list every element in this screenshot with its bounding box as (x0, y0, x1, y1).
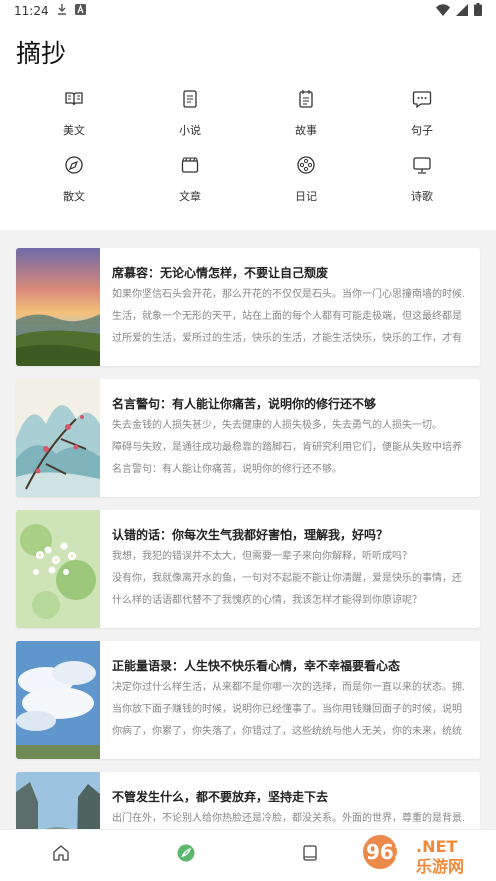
category-label: 美文 (63, 124, 85, 137)
category-meiwen[interactable]: 美文 (34, 88, 114, 148)
category-juzi[interactable]: 句子 (382, 88, 462, 148)
battery-icon (474, 3, 482, 19)
notebook-icon (295, 88, 317, 114)
category-label: 句子 (411, 124, 433, 137)
category-label: 日记 (295, 190, 317, 203)
category-label: 故事 (295, 124, 317, 137)
article-thumbnail (16, 510, 100, 628)
book-open-icon (63, 88, 85, 114)
article-title: 席慕容：无论心情怎样，不要让自己颓废 (112, 266, 329, 280)
signal-icon (456, 3, 468, 19)
category-sanwen[interactable]: 散文 (34, 154, 114, 214)
chat-bubble-icon (411, 88, 433, 114)
feather-icon (176, 843, 196, 867)
clapperboard-icon (179, 154, 201, 180)
download-icon (57, 4, 67, 18)
page-title: 摘抄 (16, 39, 67, 68)
article-excerpt-line: 你病了，你累了，你失落了，你错过了，这些统统与他人无关，你的未来，统统 (112, 726, 462, 737)
article-excerpt-line: 过所爱的生活，爱所过的生活，快乐的生活，才能生活快乐，快乐的工作，才有 (112, 333, 462, 344)
watermark-logo: 962 .NET 乐游网 (358, 826, 490, 878)
article-card[interactable]: 认错的话：你每次生气我都好害怕，理解我，好吗？ 我想，我犯的错误并不太大，但需要… (16, 510, 480, 628)
watermark-logo-number: 962 (366, 840, 408, 864)
category-riji[interactable]: 日记 (266, 154, 346, 214)
article-excerpt-line: 障碍与失败，是通往成功最稳靠的踏脚石，肯研究利用它们，便能从失败中培养 (112, 442, 462, 453)
article-excerpt-line: 什么样的话语都代替不了我愧疚的心情，我该怎样才能得到你原谅呢？ (112, 595, 422, 606)
watermark-logo-net: .NET (416, 837, 457, 856)
home-icon (51, 843, 71, 867)
article-thumbnail (16, 379, 100, 497)
watermark-logo-site: 乐游网 (416, 857, 464, 876)
article-thumbnail (16, 641, 100, 759)
category-gushi[interactable]: 故事 (266, 88, 346, 148)
status-bar: 11:24 (0, 0, 496, 22)
category-wenzhang[interactable]: 文章 (150, 154, 230, 214)
monitor-icon (411, 154, 433, 180)
status-time: 11:24 (14, 4, 49, 18)
category-label: 文章 (179, 190, 201, 203)
book-icon (300, 843, 320, 867)
article-title: 名言警句：有人能让你痛苦，说明你的修行还不够 (112, 397, 377, 411)
category-label: 小说 (179, 124, 201, 137)
article-card[interactable]: 名言警句：有人能让你痛苦，说明你的修行还不够 失去金钱的人损失甚少，失去健康的人… (16, 379, 480, 497)
article-excerpt-line: 生活，就象一个无形的天平，站在上面的每个人都有可能走极端，但这最终都是 (112, 311, 462, 322)
wifi-icon (436, 3, 450, 19)
article-excerpt-line: 我想，我犯的错误并不太大，但需要一辈子来向你解释，听听成吗？ (112, 551, 412, 562)
tab-library[interactable] (295, 840, 325, 870)
article-title: 不管发生什么，都不要放弃，坚持走下去 (112, 790, 329, 804)
article-excerpt-line: 如果你坚信石头会开花，那么开花的不仅仅是石头。当你一门心思撞南墙的时候... (112, 289, 466, 300)
article-card[interactable]: 席慕容：无论心情怎样，不要让自己颓废 如果你坚信石头会开花，那么开花的不仅仅是石… (16, 248, 480, 366)
article-excerpt-line: 当你放下面子赚钱的时候，说明你已经懂事了。当你用钱赚回面子的时候，说明 (112, 704, 462, 715)
category-label: 散文 (63, 190, 85, 203)
article-thumbnail (16, 248, 100, 366)
category-xiaoshuo[interactable]: 小说 (150, 88, 230, 148)
compass-icon (63, 154, 85, 180)
article-title: 认错的话：你每次生气我都好害怕，理解我，好吗？ (112, 528, 389, 542)
document-icon (179, 88, 201, 114)
article-excerpt-line: 名言警句：有人能让你痛苦，说明你的修行还不够。 (112, 464, 342, 475)
article-excerpt-line: 决定你过什么样生活，从来都不是你哪一次的选择，而是你一直以来的状态。拥... (112, 682, 466, 693)
header-section: 摘抄 美文 小说 故事 句子 散文 文章 日记 诗歌 (0, 22, 496, 230)
tab-home[interactable] (46, 840, 76, 870)
film-reel-icon (295, 154, 317, 180)
article-excerpt-line: 失去金钱的人损失甚少，失去健康的人损失极多，失去勇气的人损失一切。 (112, 420, 442, 431)
article-title: 正能量语录：人生快不快乐看心情，幸不幸福要看心态 (112, 659, 401, 673)
article-card[interactable]: 正能量语录：人生快不快乐看心情，幸不幸福要看心态 决定你过什么样生活，从来都不是… (16, 641, 480, 759)
article-excerpt-line: 出门在外，不论别人给你热脸还是冷脸，都没关系。外面的世界，尊重的是背景... (112, 813, 466, 824)
tab-excerpts[interactable] (171, 840, 201, 870)
notification-a-icon (74, 4, 86, 18)
category-label: 诗歌 (411, 190, 433, 203)
article-excerpt-line: 没有你，我就像离开水的鱼，一句对不起能不能让你清醒，爱是快乐的事情，还 (112, 573, 462, 584)
category-shige[interactable]: 诗歌 (382, 154, 462, 214)
